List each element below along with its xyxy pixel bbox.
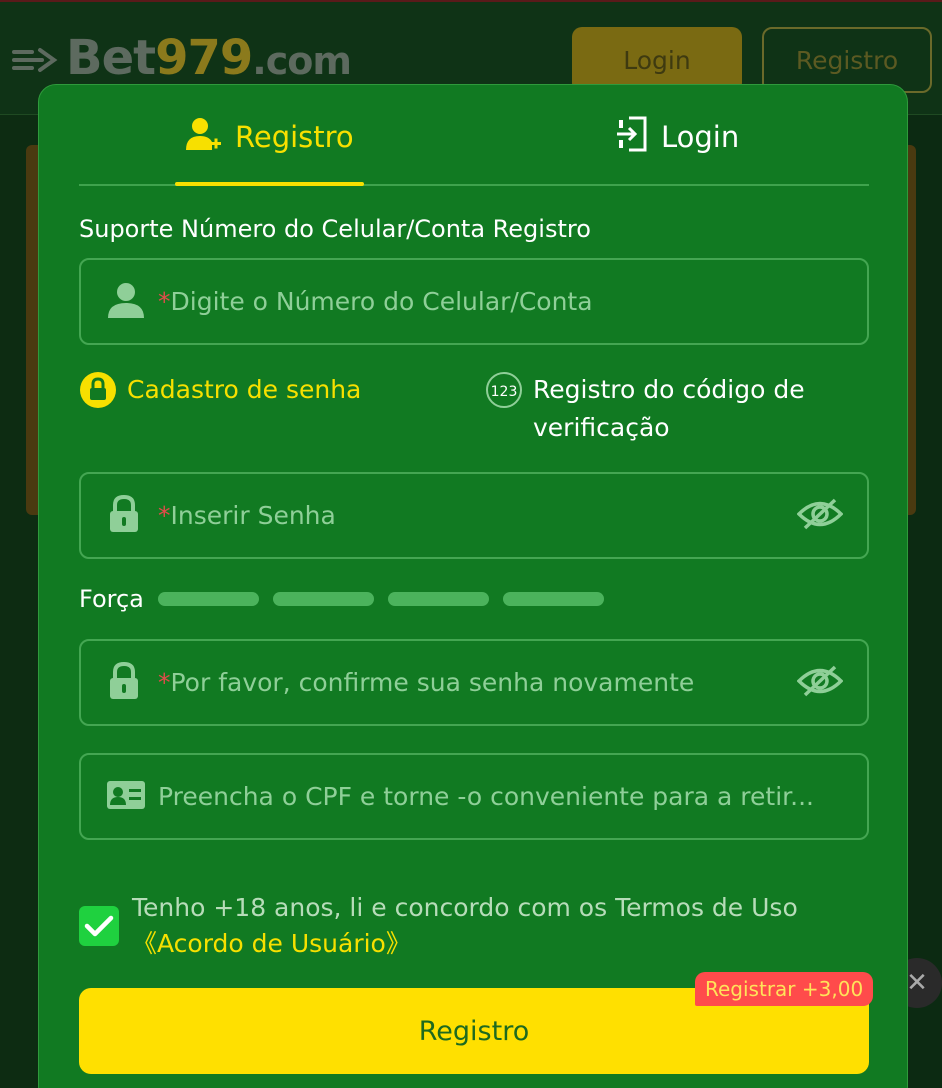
password-input[interactable]: *Inserir Senha	[79, 472, 869, 559]
password-strength: Força	[79, 585, 604, 613]
id-card-icon	[107, 780, 145, 813]
strength-segment	[272, 592, 374, 606]
strength-segment	[502, 592, 604, 606]
confirm-password-placeholder: *Por favor, confirme sua senha novamente	[158, 668, 695, 697]
section-label: Suporte Número do Celular/Conta Registro	[79, 215, 591, 243]
add-user-icon	[185, 116, 223, 159]
eye-off-icon[interactable]	[796, 497, 844, 535]
option-code-label: Registro do código de verificação	[533, 375, 805, 442]
terms-checkbox[interactable]	[79, 906, 119, 946]
active-tab-indicator	[175, 182, 364, 186]
account-input[interactable]: *Digite o Número do Celular/Conta	[79, 258, 869, 345]
page: Bet979.com Login Registro ✕ Registro Log…	[0, 0, 942, 1088]
svg-text:123: 123	[491, 384, 518, 400]
password-placeholder: *Inserir Senha	[158, 501, 336, 530]
eye-off-icon[interactable]	[796, 664, 844, 702]
menu-arrow-icon[interactable]	[12, 44, 58, 80]
123-icon: 123	[485, 371, 523, 420]
tab-register-label: Registro	[235, 120, 354, 154]
lock-icon	[107, 661, 141, 704]
tab-register[interactable]: Registro	[185, 115, 354, 159]
lock-icon	[107, 494, 141, 537]
lock-circle-icon	[79, 371, 117, 415]
account-placeholder: *Digite o Número do Celular/Conta	[158, 287, 593, 316]
register-method-options: Cadastro de senha 123 Registro do código…	[79, 371, 869, 451]
option-code-register[interactable]: 123 Registro do código de verificação	[485, 371, 845, 447]
strength-segment	[387, 592, 489, 606]
cpf-placeholder: Preencha o CPF e torne -o conveniente pa…	[158, 782, 814, 811]
strength-label: Força	[79, 585, 144, 613]
tab-bar: Registro Login	[79, 85, 869, 186]
option-password-label: Cadastro de senha	[127, 375, 362, 404]
user-agreement-link[interactable]: 《Acordo de Usuário》	[132, 929, 411, 958]
option-password-register[interactable]: Cadastro de senha	[79, 371, 361, 415]
cpf-input[interactable]: Preencha o CPF e torne -o conveniente pa…	[79, 753, 869, 840]
confirm-password-input[interactable]: *Por favor, confirme sua senha novamente	[79, 639, 869, 726]
background-right	[902, 115, 942, 1088]
user-icon	[107, 281, 145, 323]
register-bonus-badge: Registrar +3,00	[695, 972, 874, 1006]
login-door-icon	[615, 116, 649, 159]
checkmark-icon	[84, 915, 114, 937]
register-modal: Registro Login Suporte Número do Celular…	[38, 84, 908, 1088]
background-left	[0, 115, 40, 1088]
tab-login-label: Login	[661, 120, 740, 154]
terms-text: Tenho +18 anos, li e concordo com os Ter…	[132, 893, 798, 958]
strength-segment	[157, 592, 259, 606]
tab-login[interactable]: Login	[615, 115, 739, 159]
site-logo: Bet979.com	[66, 30, 352, 86]
